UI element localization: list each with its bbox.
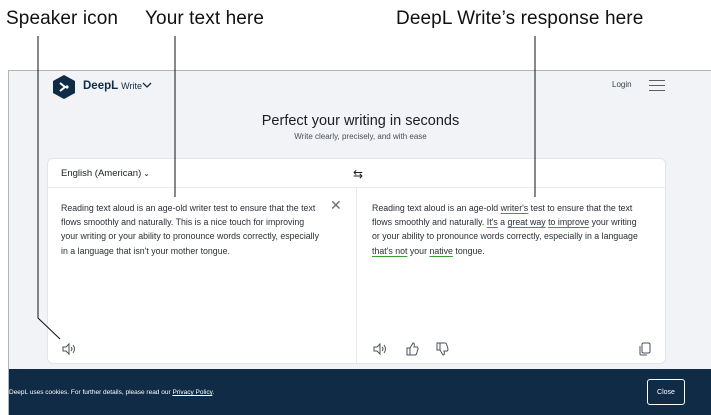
cookie-message: DeepL uses cookies. For further details,… [9, 389, 173, 396]
suggested-change[interactable]: writer's [501, 203, 529, 213]
speaker-icon[interactable] [61, 341, 77, 357]
output-text-segment: tongue. [452, 245, 485, 256]
pane-divider [356, 187, 357, 363]
output-text-segment: your [407, 245, 430, 256]
cookie-close-button[interactable]: Close [647, 379, 685, 405]
callout-your-text: Your text here [145, 8, 264, 29]
page-title: Perfect your writing in seconds [261, 113, 460, 129]
output-text-segment: a [497, 217, 508, 228]
thumbs-down-icon[interactable] [434, 341, 450, 357]
source-text-input[interactable]: Reading text aloud is an age-old writer … [61, 201, 323, 258]
deepl-logo-icon [53, 75, 75, 99]
cookie-banner: DeepL uses cookies. For further details,… [9, 369, 711, 415]
swap-arrows-icon[interactable]: ⇆ [353, 167, 363, 181]
suggested-change[interactable]: native [429, 246, 452, 256]
deepl-write-screenshot: DeepL Write Login Perfect your writing in… [8, 70, 711, 415]
thumbs-up-icon[interactable] [404, 341, 420, 357]
close-icon[interactable]: ✕ [330, 197, 342, 214]
brand-name[interactable]: DeepL Write [83, 80, 142, 92]
suggested-change[interactable]: to improve [548, 217, 589, 227]
chevron-down-icon[interactable] [141, 79, 153, 91]
top-bar: DeepL Write Login [9, 71, 711, 103]
login-link[interactable]: Login [612, 80, 632, 89]
chevron-down-icon: ⌄ [143, 169, 150, 178]
editor-card: English (American) ⌄ ⇆ Reading text aloud… [47, 158, 666, 364]
suggested-change[interactable]: that's not [372, 246, 407, 256]
privacy-policy-link[interactable]: Privacy Policy [172, 389, 212, 396]
cookie-text: DeepL uses cookies. For further details,… [9, 389, 214, 396]
speaker-icon[interactable] [372, 341, 388, 357]
copy-icon[interactable] [637, 341, 653, 357]
page-subtitle: Write clearly, precisely, and with ease [294, 132, 427, 141]
callout-response: DeepL Write’s response here [396, 8, 644, 29]
suggested-change[interactable]: great way [508, 217, 546, 227]
language-select[interactable]: English (American) ⌄ [61, 168, 150, 179]
language-label: English (American) [61, 168, 142, 179]
hamburger-menu-icon[interactable] [649, 80, 665, 92]
cookie-period: . [212, 389, 215, 396]
output-text-segment: Reading text aloud is an age-old [372, 203, 501, 213]
editor-header: English (American) ⌄ ⇆ [48, 159, 665, 188]
brand-label: DeepL [83, 80, 119, 92]
improved-text-output[interactable]: Reading text aloud is an age-old writer'… [372, 201, 642, 258]
callout-speaker-icon: Speaker icon [6, 8, 119, 29]
product-label: Write [121, 81, 142, 91]
suggested-change[interactable]: It's [487, 217, 498, 227]
